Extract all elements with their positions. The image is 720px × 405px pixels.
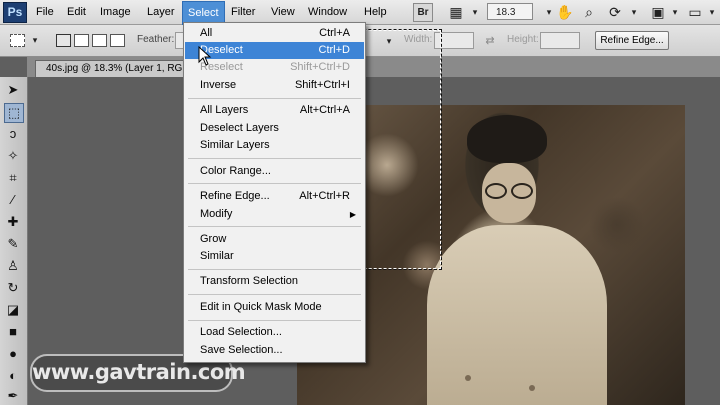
view-extras-icon[interactable]: ▦ [447, 3, 465, 21]
menu-item-load-selection[interactable]: Load Selection... [185, 324, 364, 341]
menu-edit[interactable]: Edit [67, 0, 86, 24]
chevron-down-icon[interactable]: ▾ [466, 3, 484, 21]
chevron-down-icon[interactable]: ▾ [26, 31, 44, 49]
photo-glasses [485, 183, 533, 199]
menu-image[interactable]: Image [100, 0, 131, 24]
subtract-from-selection-icon[interactable] [92, 34, 107, 47]
menu-item-modify[interactable]: Modify ▶ [185, 206, 364, 223]
document-tab[interactable]: 40s.jpg @ 18.3% (Layer 1, RGB [35, 60, 200, 78]
photo-button [465, 375, 471, 381]
menu-separator [188, 98, 361, 99]
blur-tool-icon[interactable]: ● [4, 345, 22, 363]
menu-view[interactable]: View [271, 0, 295, 24]
refine-edge-button[interactable]: Refine Edge... [595, 31, 669, 50]
photo-body [427, 225, 607, 405]
gradient-tool-icon[interactable]: ■ [4, 323, 22, 341]
menu-item-similar-layers[interactable]: Similar Layers [185, 137, 364, 154]
menu-item-grow[interactable]: Grow [185, 231, 364, 248]
menu-item-all[interactable]: All Ctrl+A [185, 25, 364, 42]
mouse-cursor-icon [198, 45, 212, 66]
quick-selection-tool-icon[interactable]: ✧ [4, 147, 22, 165]
clone-stamp-tool-icon[interactable]: ♙ [4, 257, 22, 275]
height-label: Height: [507, 34, 539, 45]
arrange-documents-icon[interactable]: ▣ [649, 3, 667, 21]
menu-separator [188, 269, 361, 270]
photoshop-logo: Ps [3, 2, 27, 23]
menu-layer[interactable]: Layer [147, 0, 175, 24]
select-menu-dropdown: All Ctrl+A Deselect Ctrl+D Reselect Shift+C… [183, 22, 366, 363]
menu-item-all-layers[interactable]: All Layers Alt+Ctrl+A [185, 102, 364, 119]
chevron-down-icon[interactable]: ▾ [625, 3, 643, 21]
pen-tool-icon[interactable]: ✒ [4, 387, 22, 405]
menu-item-refine-edge[interactable]: Refine Edge... Alt+Ctrl+R [185, 188, 364, 205]
marquee-tool-preset-icon[interactable] [10, 34, 25, 47]
healing-brush-tool-icon[interactable]: ✚ [4, 213, 22, 231]
menu-file[interactable]: File [36, 0, 54, 24]
eraser-tool-icon[interactable]: ◪ [4, 301, 22, 319]
menu-separator [188, 294, 361, 295]
screen-mode-icon[interactable]: ▭ [686, 3, 704, 21]
menu-item-similar[interactable]: Similar [185, 248, 364, 265]
lasso-tool-icon[interactable]: ↄ [4, 125, 22, 143]
menu-item-color-range[interactable]: Color Range... [185, 163, 364, 180]
menu-filter[interactable]: Filter [231, 0, 255, 24]
brush-tool-icon[interactable]: ✎ [4, 235, 22, 253]
menu-separator [188, 183, 361, 184]
zoom-level-field[interactable]: 18.3 [487, 3, 533, 20]
menu-item-save-selection[interactable]: Save Selection... [185, 342, 364, 359]
move-tool-icon[interactable]: ➤ [4, 81, 22, 99]
menu-item-deselect-layers[interactable]: Deselect Layers [185, 120, 364, 137]
zoom-icon[interactable]: ⌕ [580, 3, 598, 21]
feather-label: Feather: [137, 34, 175, 45]
rotate-view-icon[interactable]: ⟳ [606, 3, 624, 21]
history-brush-tool-icon[interactable]: ↻ [4, 279, 22, 297]
menu-item-quick-mask[interactable]: Edit in Quick Mask Mode [185, 299, 364, 316]
bridge-button[interactable]: Br [413, 3, 433, 22]
chevron-down-icon[interactable]: ▾ [666, 3, 684, 21]
submenu-arrow-icon: ▶ [349, 210, 356, 219]
rectangular-marquee-tool-icon[interactable]: ⬚ [4, 103, 24, 123]
new-selection-icon[interactable] [56, 34, 71, 47]
tools-panel: ➤ ⬚ ↄ ✧ ⌗ ⁄ ✚ ✎ ♙ ↻ ◪ ■ ● ◐ ✒ [0, 77, 28, 405]
menu-help[interactable]: Help [364, 0, 387, 24]
swap-icon[interactable]: ⇄ [481, 32, 499, 50]
menu-separator [188, 158, 361, 159]
photo-button [529, 385, 535, 391]
menu-item-inverse[interactable]: Inverse Shift+Ctrl+I [185, 77, 364, 94]
crop-tool-icon[interactable]: ⌗ [4, 169, 22, 187]
menu-separator [188, 226, 361, 227]
menu-window[interactable]: Window [308, 0, 347, 24]
eyedropper-tool-icon[interactable]: ⁄ [4, 191, 22, 209]
photo-hat [467, 115, 547, 163]
dodge-tool-icon[interactable]: ◐ [4, 367, 22, 385]
add-to-selection-icon[interactable] [74, 34, 89, 47]
hand-icon[interactable]: ✋ [556, 3, 574, 21]
height-field[interactable] [540, 32, 580, 49]
chevron-down-icon[interactable]: ▾ [703, 3, 720, 21]
menu-item-transform-selection[interactable]: Transform Selection [185, 273, 364, 290]
intersect-selection-icon[interactable] [110, 34, 125, 47]
menu-separator [188, 320, 361, 321]
